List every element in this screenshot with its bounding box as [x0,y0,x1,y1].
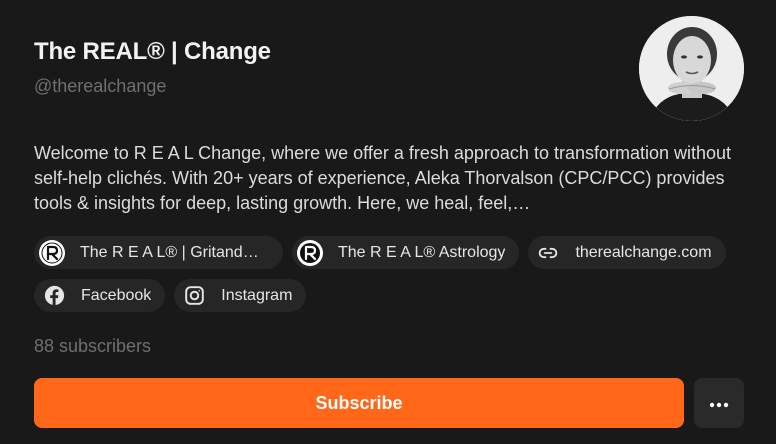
publication-title: The REAL® | Change [34,38,271,65]
more-options-button[interactable] [694,378,744,428]
publication-handle: @therealchange [34,76,167,96]
link-chip-astrology[interactable]: The R E A L® Astrology [292,236,520,269]
real-logo-icon [39,239,65,266]
link-chip-facebook[interactable]: Facebook [34,279,166,312]
instagram-icon [182,284,206,308]
link-chip-label: Facebook [81,286,152,304]
link-chip-label: Instagram [221,286,293,304]
link-icon [536,241,560,265]
link-chip-instagram[interactable]: Instagram [174,279,307,312]
link-chip-website[interactable]: therealchange.com [528,236,726,269]
more-dots-icon [709,396,729,411]
link-chip-label: The R E A L® Astrology [338,243,506,261]
avatar-photo [639,16,744,121]
avatar[interactable] [639,16,744,121]
subscribe-button[interactable]: Subscribe [34,378,684,428]
publication-profile: The REAL® | Change @therealchange Welcom… [0,0,776,444]
facebook-icon [42,284,66,308]
publication-bio: Welcome to R E A L Change, where we offe… [34,143,732,213]
real-logo-icon [297,239,323,266]
links-row: The R E A L® | GritandG… The R E A L® As… [34,236,746,312]
link-chip-gritandgrace[interactable]: The R E A L® | GritandG… [34,236,283,269]
subscriber-count: 88 subscribers [34,336,152,356]
link-chip-label: therealchange.com [575,243,712,261]
link-chip-label: The R E A L® | GritandG… [80,243,269,261]
